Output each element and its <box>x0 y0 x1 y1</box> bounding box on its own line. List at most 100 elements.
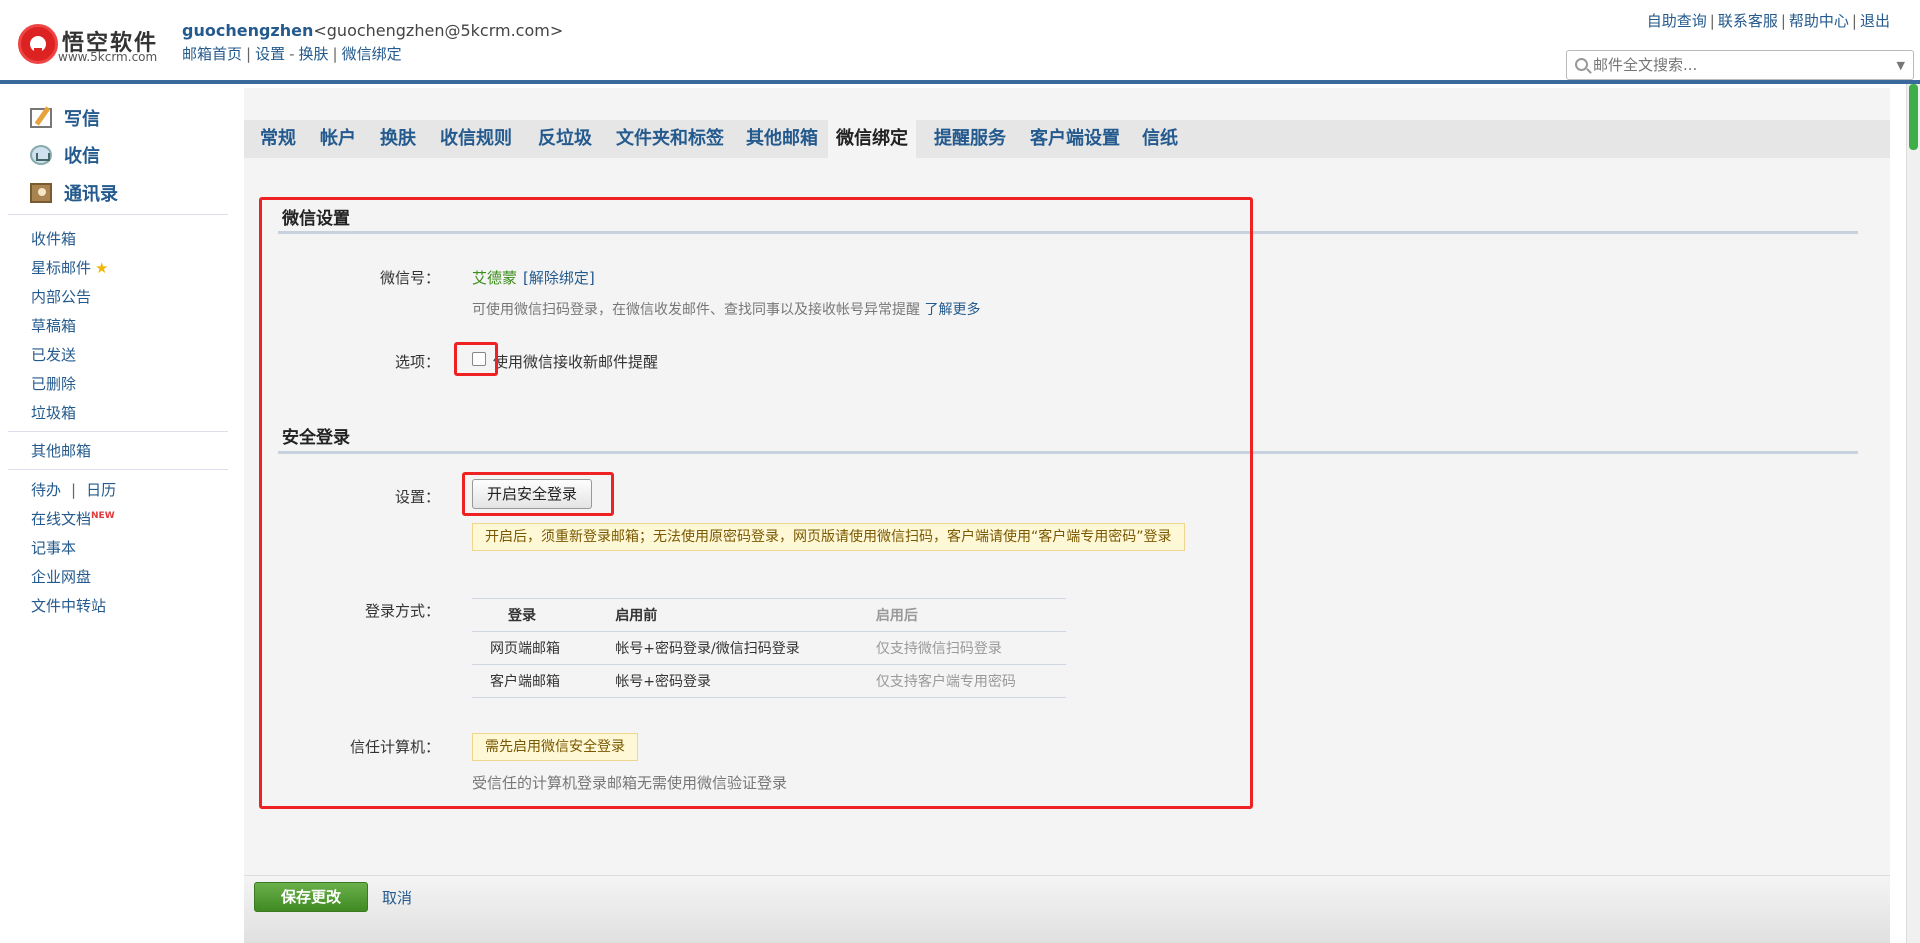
chevron-down-icon[interactable]: ▼ <box>1897 59 1905 72</box>
divider <box>8 214 228 215</box>
folder-other-mailboxes[interactable]: 其他邮箱 <box>31 440 91 461</box>
search-box[interactable]: ▼ <box>1566 50 1914 80</box>
link-help-center[interactable]: 帮助中心 <box>1789 12 1849 30</box>
secure-login-title: 安全登录 <box>282 428 350 448</box>
top-links: 自助查询 | 联系客服 | 帮助中心 | 退出 <box>1646 12 1890 30</box>
user-email: <guochengzhen@5kcrm.com> <box>313 21 564 40</box>
folder-spam[interactable]: 垃圾箱 <box>31 402 76 423</box>
user-name: guochengzhen <box>182 21 314 40</box>
sidebar: 写信 收信 通讯录 收件箱 星标邮件 ★ 内部公告 草稿箱 已发送 已删除 垃圾箱… <box>0 88 234 943</box>
learn-more-link[interactable]: 了解更多 <box>924 302 980 318</box>
tool-notes[interactable]: 记事本 <box>31 537 76 558</box>
nav-settings[interactable]: 设置 <box>255 45 285 63</box>
tab-stationery[interactable]: 信纸 <box>1134 120 1186 158</box>
tool-online-docs[interactable]: 在线文档NEW <box>31 508 115 529</box>
settings-main: 常规 帐户 换肤 收信规则 反垃圾 文件夹和标签 其他邮箱 微信绑定 提醒服务 … <box>244 88 1890 943</box>
new-badge: NEW <box>91 511 115 521</box>
trusted-computer-hint: 受信任的计算机登录邮箱无需使用微信验证登录 <box>472 774 788 792</box>
tab-other-mailboxes[interactable]: 其他邮箱 <box>738 120 826 158</box>
login-mode-label: 登录方式： <box>364 602 440 620</box>
logo[interactable]: 悟空软件 www.5kcrm.com <box>18 24 168 68</box>
tab-wechat-binding[interactable]: 微信绑定 <box>828 120 916 158</box>
folder-deleted[interactable]: 已删除 <box>31 373 76 394</box>
trusted-computer-label: 信任计算机： <box>349 738 440 756</box>
link-self-service[interactable]: 自助查询 <box>1647 12 1707 30</box>
tool-netdisk[interactable]: 企业网盘 <box>31 566 91 587</box>
trusted-computer-badge: 需先启用微信安全登录 <box>472 733 638 761</box>
col-login: 登录 <box>472 598 598 632</box>
col-before: 启用前 <box>597 598 858 632</box>
divider <box>8 469 228 470</box>
divider <box>8 431 228 432</box>
receive-button[interactable]: 收信 <box>30 141 100 169</box>
row-client-after: 仅支持客户端专用密码 <box>857 664 1066 698</box>
table-row: 客户端邮箱 帐号+密码登录 仅支持客户端专用密码 <box>472 664 1066 698</box>
row-client-before: 帐号+密码登录 <box>597 664 858 698</box>
nav-mail-home[interactable]: 邮箱首页 <box>182 45 242 63</box>
contacts-button[interactable]: 通讯录 <box>30 179 118 207</box>
scrollbar-thumb[interactable] <box>1909 84 1918 150</box>
wechat-section-title: 微信设置 <box>282 209 350 229</box>
section-rule <box>278 231 1858 234</box>
link-contact-support[interactable]: 联系客服 <box>1718 12 1778 30</box>
mail-app: 悟空软件 www.5kcrm.com guochengzhen<guocheng… <box>0 0 1920 943</box>
folder-sent[interactable]: 已发送 <box>31 344 76 365</box>
nav-skin[interactable]: 换肤 <box>299 45 329 63</box>
contacts-icon <box>30 183 52 203</box>
nav-wechat-bind[interactable]: 微信绑定 <box>342 45 402 63</box>
user-identity: guochengzhen<guochengzhen@5kcrm.com> <box>182 21 563 40</box>
compose-button[interactable]: 写信 <box>30 104 100 132</box>
action-bar: 保存更改 取消 <box>244 875 1890 943</box>
tab-receive-rules[interactable]: 收信规则 <box>432 120 520 158</box>
tool-calendar[interactable]: 日历 <box>86 481 116 499</box>
receive-label: 收信 <box>64 146 100 167</box>
search-input[interactable] <box>1593 55 1883 75</box>
new-mail-reminder-label[interactable]: 使用微信接收新邮件提醒 <box>493 351 658 372</box>
tool-online-docs-label: 在线文档 <box>31 510 92 528</box>
top-header: 悟空软件 www.5kcrm.com guochengzhen<guocheng… <box>0 0 1920 84</box>
option-label: 选项： <box>394 353 440 371</box>
settings-tabs: 常规 帐户 换肤 收信规则 反垃圾 文件夹和标签 其他邮箱 微信绑定 提醒服务 … <box>244 120 1890 158</box>
wechat-id-label: 微信号： <box>379 269 440 287</box>
secure-login-notice: 开启后，须重新登录邮箱；无法使用原密码登录，网页版请使用微信扫码，客户端请使用“… <box>472 523 1185 551</box>
wechat-hint: 可使用微信扫码登录，在微信收发邮件、查找同事以及接收帐号异常提醒 了解更多 <box>472 299 980 319</box>
unbind-link[interactable]: [解除绑定] <box>523 269 595 287</box>
tab-reminders[interactable]: 提醒服务 <box>926 120 1014 158</box>
page-scrollbar[interactable] <box>1906 84 1920 943</box>
wechat-id-value: 艾德蒙 <box>472 269 518 287</box>
login-mode-table: 登录 启用前 启用后 网页端邮箱 帐号+密码登录/微信扫码登录 仅支持微信扫码登… <box>472 598 1066 698</box>
folder-drafts[interactable]: 草稿箱 <box>31 315 76 336</box>
tools-todo-calendar: 待办 | 日历 <box>31 481 117 499</box>
enable-secure-login-button[interactable]: 开启安全登录 <box>472 479 593 509</box>
inbox-icon <box>30 145 52 165</box>
tab-account[interactable]: 帐户 <box>312 120 364 158</box>
setting-label: 设置： <box>394 488 440 506</box>
folder-announcements[interactable]: 内部公告 <box>31 286 91 307</box>
star-icon: ★ <box>95 259 109 277</box>
sub-nav: 邮箱首页 | 设置 - 换肤 | 微信绑定 <box>182 45 402 63</box>
tool-todo[interactable]: 待办 <box>31 481 61 499</box>
table-row: 网页端邮箱 帐号+密码登录/微信扫码登录 仅支持微信扫码登录 <box>472 631 1066 665</box>
new-mail-reminder-checkbox[interactable] <box>472 352 486 366</box>
table-header-row: 登录 启用前 启用后 <box>472 598 1066 632</box>
tab-client-settings[interactable]: 客户端设置 <box>1022 120 1128 158</box>
logo-url: www.5kcrm.com <box>58 50 158 64</box>
cancel-button[interactable]: 取消 <box>382 887 412 908</box>
tab-general[interactable]: 常规 <box>252 120 304 158</box>
row-web-type: 网页端邮箱 <box>472 631 598 665</box>
search-icon <box>1575 58 1588 71</box>
contacts-label: 通讯录 <box>64 184 118 205</box>
tab-folders-labels[interactable]: 文件夹和标签 <box>608 120 732 158</box>
folder-inbox[interactable]: 收件箱 <box>31 228 76 249</box>
save-button[interactable]: 保存更改 <box>254 882 368 912</box>
link-logout[interactable]: 退出 <box>1860 12 1890 30</box>
section-rule <box>278 451 1858 454</box>
row-web-after: 仅支持微信扫码登录 <box>857 631 1066 665</box>
folder-starred[interactable]: 星标邮件 ★ <box>31 257 108 278</box>
wechat-id: 艾德蒙 [解除绑定] <box>472 267 595 288</box>
row-web-before: 帐号+密码登录/微信扫码登录 <box>597 631 858 665</box>
tool-file-transfer[interactable]: 文件中转站 <box>31 595 106 616</box>
folder-starred-label: 星标邮件 <box>31 259 92 277</box>
tab-skin[interactable]: 换肤 <box>372 120 424 158</box>
tab-anti-spam[interactable]: 反垃圾 <box>530 120 600 158</box>
